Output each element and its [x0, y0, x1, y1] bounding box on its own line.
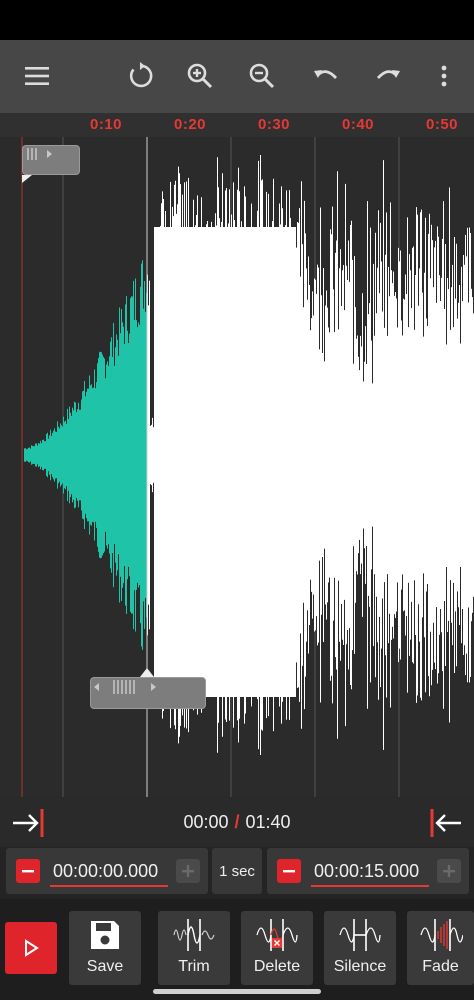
selection-controls: 00:00:00.000 1 sec 00:00:15.000: [0, 847, 474, 899]
plus-icon: [443, 865, 455, 877]
undo-button[interactable]: [304, 54, 348, 98]
time-separator: /: [234, 812, 240, 832]
delete-button[interactable]: Delete: [241, 911, 313, 985]
zoom-in-icon: [187, 63, 213, 89]
start-time-underline: [50, 885, 168, 887]
tick-label: 0:30: [258, 116, 291, 133]
start-decrement-button[interactable]: [16, 859, 40, 883]
save-icon: [91, 921, 119, 949]
play-icon: [25, 939, 39, 957]
fade-label: Fade: [422, 958, 459, 975]
delete-icon: [256, 919, 298, 951]
top-toolbar: [0, 40, 474, 113]
plus-icon: [182, 865, 194, 877]
tick-label: 0:10: [90, 116, 123, 133]
more-vert-icon: [441, 65, 447, 87]
refresh-button[interactable]: [118, 54, 162, 98]
silence-button[interactable]: Silence: [324, 911, 396, 985]
fade-button[interactable]: Fade: [407, 911, 474, 985]
grip-icon: [94, 680, 156, 694]
delete-label: Delete: [253, 958, 301, 975]
timeline-ruler: 0:10 0:20 0:30 0:40 0:50: [0, 113, 474, 137]
waveform[interactable]: [0, 137, 474, 797]
end-time-underline: [311, 885, 429, 887]
waveform-editor[interactable]: [0, 137, 474, 797]
selection-end-handle[interactable]: [90, 677, 206, 709]
silence-label: Silence: [333, 958, 387, 975]
zoom-in-button[interactable]: [178, 54, 222, 98]
tick-label: 0:40: [342, 116, 375, 133]
end-time-field: 00:00:15.000: [267, 848, 469, 894]
menu-icon: [25, 67, 49, 85]
more-options-button[interactable]: [422, 54, 466, 98]
minus-icon: [283, 870, 295, 873]
silence-icon: [339, 919, 381, 951]
fade-icon: [419, 919, 463, 951]
play-button[interactable]: [5, 922, 57, 974]
step-size-selector[interactable]: 1 sec: [212, 848, 262, 894]
tick-label: 0:20: [174, 116, 207, 133]
start-time-value[interactable]: 00:00:00.000: [53, 861, 158, 882]
end-increment-button[interactable]: [437, 859, 461, 883]
save-button[interactable]: Save: [69, 911, 141, 985]
playback-time-bar: 00:00/01:40: [0, 797, 474, 847]
end-time-value[interactable]: 00:00:15.000: [314, 861, 419, 882]
end-handle-pointer: [140, 668, 154, 677]
redo-icon: [376, 70, 400, 79]
current-time: 00:00: [183, 812, 229, 832]
redo-button[interactable]: [366, 54, 410, 98]
minus-icon: [22, 870, 34, 873]
set-end-button[interactable]: [428, 805, 464, 841]
tick-label: 0:50: [426, 116, 459, 133]
home-indicator[interactable]: [153, 989, 321, 994]
trim-button[interactable]: Trim: [158, 911, 230, 985]
save-label: Save: [86, 958, 124, 975]
undo-icon: [314, 70, 338, 79]
status-bar: [0, 0, 474, 40]
start-increment-button[interactable]: [176, 859, 200, 883]
arrow-to-end-marker-icon: [430, 809, 461, 837]
start-handle-pointer: [22, 175, 32, 183]
start-time-field: 00:00:00.000: [6, 848, 208, 894]
trim-icon: [173, 919, 215, 951]
trim-label: Trim: [178, 958, 210, 975]
grip-icon: [27, 148, 52, 160]
total-time: 01:40: [245, 812, 291, 832]
selection-start-handle[interactable]: [22, 145, 80, 175]
action-bar: Save Trim Delete Silence Fade: [0, 899, 474, 1000]
refresh-icon: [129, 62, 153, 88]
zoom-out-button[interactable]: [240, 54, 284, 98]
end-decrement-button[interactable]: [277, 859, 301, 883]
menu-button[interactable]: [15, 54, 59, 98]
zoom-out-icon: [249, 63, 275, 89]
playback-time: 00:00/01:40: [0, 812, 474, 833]
